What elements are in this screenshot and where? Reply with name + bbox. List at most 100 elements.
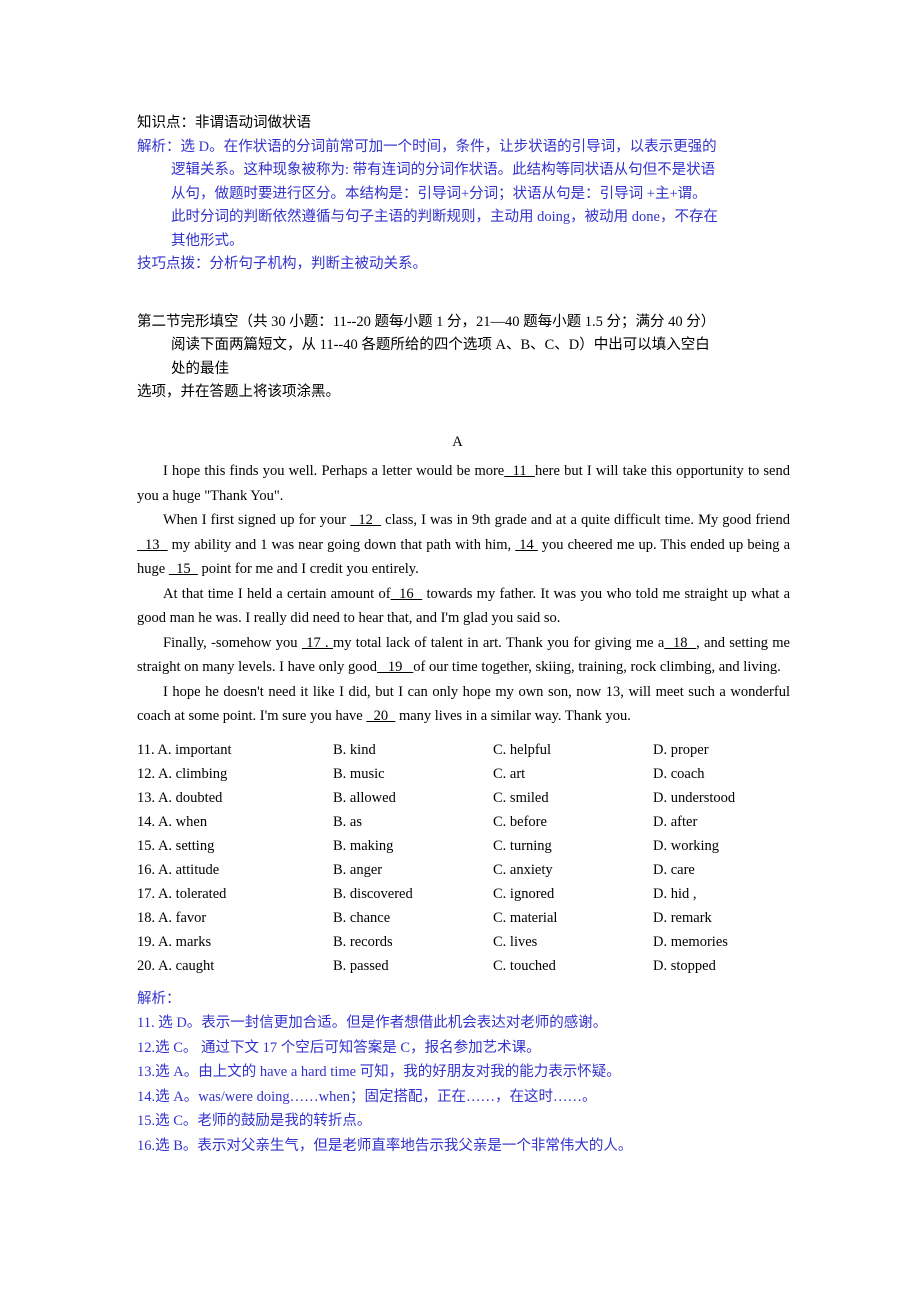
cloze-blank[interactable]: 13 [137, 537, 168, 553]
explanation-item: 16.选 B。表示对父亲生气，但是老师直率地告示我父亲是一个非常伟大的人。 [137, 1137, 633, 1154]
option-choice-d[interactable]: D. proper [653, 738, 790, 762]
passage-text: When I first signed up for your [163, 512, 351, 528]
option-choice-b[interactable]: B. passed [333, 954, 493, 978]
option-choice-d[interactable]: D. stopped [653, 954, 790, 978]
options-table: 11. A. important B. kind C. helpful D. prop… [137, 738, 790, 978]
option-row: 19. A. marks B. records C. lives D. memorie… [137, 930, 790, 954]
option-choice-d[interactable]: D. hid , [653, 882, 790, 906]
section-heading-line-2: 阅读下面两篇短文，从 11--40 各题所给的四个选项 A、B、C、D）中出可以… [171, 337, 710, 353]
cloze-blank[interactable]: 15 [169, 561, 198, 577]
cloze-blank[interactable]: 11 [504, 463, 535, 479]
explanation-line-2: 逻辑关系。这种现象被称为: 带有连词的分词作状语。此结构等同状语从句但不是状语 [171, 162, 716, 178]
passage-text: many lives in a similar way. Thank you. [395, 708, 631, 724]
cloze-blank[interactable]: 17 . [302, 635, 333, 651]
option-row: 20. A. caught B. passed C. touched D. stopp… [137, 954, 790, 978]
cloze-blank[interactable]: 20 [366, 708, 395, 724]
option-row: 14. A. when B. as C. before D. after [137, 810, 790, 834]
section-heading-line-1: 第二节完形填空（共 30 小题：11--20 题每小题 1 分，21—40 题每… [137, 313, 716, 330]
explanations-block: 解析： 11. 选 D。表示一封信更加合适。但是作者想借此机会表达对老师的感谢。… [137, 987, 790, 1159]
option-choice-a[interactable]: 16. A. attitude [137, 858, 333, 882]
option-choice-b[interactable]: B. kind [333, 738, 493, 762]
spacer-after-analysis [137, 277, 790, 311]
explanation-item: 15.选 C。老师的鼓励是我的转折点。 [137, 1113, 372, 1129]
option-row: 16. A. attitude B. anger C. anxiety D. care [137, 858, 790, 882]
option-choice-b[interactable]: B. making [333, 834, 493, 858]
option-choice-c[interactable]: C. turning [493, 834, 653, 858]
option-choice-c[interactable]: C. helpful [493, 738, 653, 762]
passage-block: A I hope this finds you well. Perhaps a … [137, 431, 790, 729]
analysis-block: 知识点：非谓语动词做状语 解析：选 D。在作状语的分词前常可加一个时间，条件，让… [137, 112, 790, 277]
explanation-item: 12.选 C。 通过下文 17 个空后可知答案是 C，报名参加艺术课。 [137, 1039, 541, 1056]
passage-text: I hope this finds you well. Perhaps a le… [163, 463, 505, 479]
cloze-blank[interactable]: 18 [664, 635, 696, 651]
option-choice-c[interactable]: C. material [493, 906, 653, 930]
option-choice-d[interactable]: D. after [653, 810, 790, 834]
knowledge-point-line: 知识点：非谓语动词做状语 [137, 115, 311, 131]
explanation-line-1: 解析：选 D。在作状语的分词前常可加一个时间，条件，让步状语的引导词，以表示更强… [137, 138, 717, 155]
explanation-line-3: 从句，做题时要进行区分。本结构是：引导词+分词；状语从句是：引导词 +主+谓。 [171, 185, 707, 202]
option-row: 17. A. tolerated B. discovered C. ignored D… [137, 882, 790, 906]
explanation-items: 11. 选 D。表示一封信更加合适。但是作者想借此机会表达对老师的感谢。 12.选… [137, 1011, 790, 1158]
passage-label: A [452, 433, 463, 450]
passage-paragraph: I hope this finds you well. Perhaps a le… [137, 459, 790, 508]
option-choice-d[interactable]: D. memories [653, 930, 790, 954]
option-choice-c[interactable]: C. lives [493, 930, 653, 954]
passage-text: of our time together, skiing, training, … [413, 659, 781, 675]
option-row: 12. A. climbing B. music C. art D. coach [137, 762, 790, 786]
passage-text: class, I was in 9th grade and at a quite… [381, 512, 790, 528]
option-choice-c[interactable]: C. art [493, 762, 653, 786]
section-heading-line-3: 处的最佳 [171, 360, 229, 377]
option-choice-a[interactable]: 19. A. marks [137, 930, 333, 954]
section-heading: 第二节完形填空（共 30 小题：11--20 题每小题 1 分，21—40 题每… [137, 311, 790, 405]
option-choice-c[interactable]: C. touched [493, 954, 653, 978]
passage-paragraph: Finally, -somehow you 17 . my total lack… [137, 631, 790, 680]
option-choice-a[interactable]: 14. A. when [137, 810, 333, 834]
option-row: 13. A. doubted B. allowed C. smiled D. unde… [137, 786, 790, 810]
passage-text: At that time I held a certain amount of [163, 585, 391, 602]
option-row: 15. A. setting B. making C. turning D. work… [137, 834, 790, 858]
option-choice-b[interactable]: B. as [333, 810, 493, 834]
cloze-blank[interactable]: 12 [350, 512, 381, 528]
spacer-before-passage [137, 405, 790, 431]
option-choice-b[interactable]: B. music [333, 762, 493, 786]
option-row: 18. A. favor B. chance C. material D. remar… [137, 906, 790, 930]
option-choice-b[interactable]: B. chance [333, 906, 493, 930]
option-choice-d[interactable]: D. working [653, 834, 790, 858]
option-choice-d[interactable]: D. coach [653, 762, 790, 786]
explanations-heading: 解析： [137, 990, 181, 1007]
option-choice-a[interactable]: 20. A. caught [137, 954, 333, 978]
option-choice-a[interactable]: 12. A. climbing [137, 762, 333, 786]
explanation-line-4: 此时分词的判断依然遵循与句子主语的判断规则，主动用 doing，被动用 done… [171, 209, 718, 225]
option-choice-d[interactable]: D. understood [653, 786, 790, 810]
option-choice-a[interactable]: 18. A. favor [137, 906, 333, 930]
option-choice-c[interactable]: C. smiled [493, 786, 653, 810]
passage-text: my total lack of talent in art. Thank yo… [332, 634, 665, 651]
section-heading-line-4: 选项，并在答题上将该项涂黑。 [137, 384, 340, 400]
cloze-blank[interactable]: 14 [515, 537, 538, 553]
passage-paragraph: When I first signed up for your 12 class… [137, 508, 790, 582]
cloze-blank[interactable]: 16 [391, 586, 423, 602]
cloze-blank[interactable]: 19 [377, 659, 413, 675]
passage-text: my ability and 1 was near going down tha… [167, 536, 516, 553]
passage-paragraphs: I hope this finds you well. Perhaps a le… [137, 459, 790, 729]
explanation-item: 13.选 A。由上文的 have a hard time 可知，我的好朋友对我的… [137, 1064, 621, 1080]
passage-paragraph: I hope he doesn't need it like I did, bu… [137, 680, 790, 729]
option-choice-c[interactable]: C. ignored [493, 882, 653, 906]
explanation-item: 14.选 A。was/were doing……when；固定搭配，正在……，在这… [137, 1088, 597, 1105]
explanation-item: 11. 选 D。表示一封信更加合适。但是作者想借此机会表达对老师的感谢。 [137, 1015, 608, 1031]
option-choice-a[interactable]: 17. A. tolerated [137, 882, 333, 906]
option-row: 11. A. important B. kind C. helpful D. prop… [137, 738, 790, 762]
explanation-line-5: 其他形式。 [171, 232, 244, 249]
option-choice-d[interactable]: D. remark [653, 906, 790, 930]
option-choice-d[interactable]: D. care [653, 858, 790, 882]
option-choice-b[interactable]: B. allowed [333, 786, 493, 810]
option-choice-a[interactable]: 13. A. doubted [137, 786, 333, 810]
option-choice-a[interactable]: 15. A. setting [137, 834, 333, 858]
option-choice-b[interactable]: B. records [333, 930, 493, 954]
option-choice-b[interactable]: B. anger [333, 858, 493, 882]
option-choice-a[interactable]: 11. A. important [137, 738, 333, 762]
option-choice-c[interactable]: C. before [493, 810, 653, 834]
option-choice-b[interactable]: B. discovered [333, 882, 493, 906]
option-choice-c[interactable]: C. anxiety [493, 858, 653, 882]
passage-paragraph: At that time I held a certain amount of … [137, 582, 790, 631]
